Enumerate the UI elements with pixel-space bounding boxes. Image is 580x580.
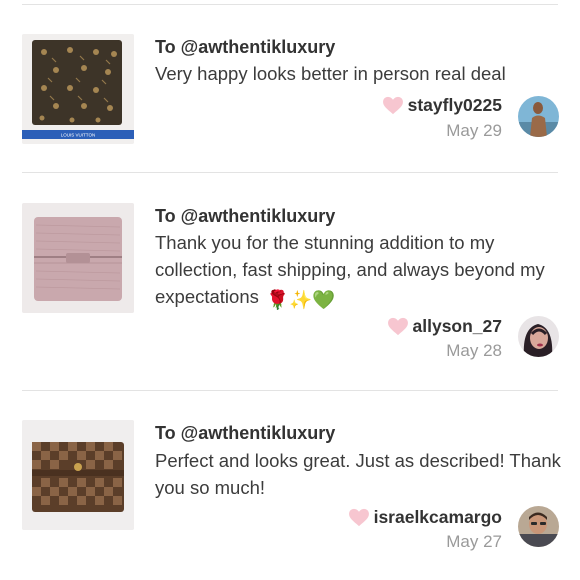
divider — [22, 390, 558, 391]
divider — [22, 172, 558, 173]
review-comment: Thank you for the stunning addition to m… — [155, 229, 565, 313]
recipient-label: To @awthentikluxury — [155, 37, 336, 57]
comment-text: Perfect and looks great. Just as describ… — [155, 450, 561, 498]
heart-icon[interactable] — [387, 317, 409, 336]
monogram-wallet-image: LOUIS VUITTON — [22, 34, 134, 144]
divider — [22, 4, 558, 5]
review-date: May 27 — [446, 532, 502, 551]
reviewer-row[interactable]: stayfly0225 — [382, 95, 502, 116]
review-feed: LOUIS VUITTON To @awthentikluxury Very h… — [0, 0, 580, 580]
listing-thumbnail[interactable] — [22, 420, 134, 530]
comment-text: Thank you for the stunning addition to m… — [155, 232, 545, 307]
avatar[interactable] — [518, 96, 559, 137]
heart-icon[interactable] — [382, 96, 404, 115]
comment-text: Very happy looks better in person real d… — [155, 63, 506, 84]
avatar[interactable] — [518, 316, 559, 357]
reviewer-row[interactable]: israelkcamargo — [348, 507, 502, 528]
review-comment: Very happy looks better in person real d… — [155, 60, 565, 87]
avatar-image — [518, 316, 559, 357]
reviewer-username[interactable]: stayfly0225 — [408, 95, 502, 116]
avatar-image — [518, 506, 559, 547]
review-date: May 28 — [446, 341, 502, 360]
review-date: May 29 — [446, 121, 502, 140]
pink-epi-wallet-image — [22, 203, 134, 313]
reviewer-row[interactable]: allyson_27 — [387, 316, 503, 337]
recipient-label: To @awthentikluxury — [155, 206, 336, 226]
listing-thumbnail[interactable] — [22, 203, 134, 313]
avatar-image — [518, 96, 559, 137]
damier-wallet-image — [22, 420, 134, 530]
reviewer-username[interactable]: israelkcamargo — [374, 507, 502, 528]
svg-text:LOUIS VUITTON: LOUIS VUITTON — [61, 133, 95, 138]
comment-emoji: 🌹✨💚 — [266, 289, 336, 310]
avatar[interactable] — [518, 506, 559, 547]
listing-thumbnail[interactable]: LOUIS VUITTON — [22, 34, 134, 144]
reviewer-username[interactable]: allyson_27 — [413, 316, 503, 337]
heart-icon[interactable] — [348, 508, 370, 527]
review-comment: Perfect and looks great. Just as describ… — [155, 447, 565, 501]
recipient-label: To @awthentikluxury — [155, 423, 336, 443]
